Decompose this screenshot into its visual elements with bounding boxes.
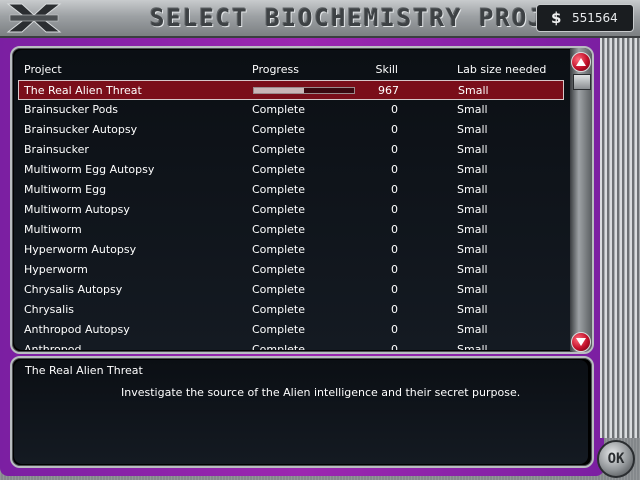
project-skill: 0 [391,283,398,296]
project-lab-size: Small [457,183,488,196]
project-name: Multiworm [24,223,82,236]
project-name: Brainsucker Pods [24,103,119,116]
table-header: Project Progress Skill Lab size needed [14,60,570,80]
table-row[interactable]: Hyperworm Autopsy Complete 0 Small [14,240,570,260]
table-row[interactable]: Multiworm Autopsy Complete 0 Small [14,200,570,220]
x-com-logo-icon [6,3,62,33]
project-progress: Complete [252,203,306,216]
project-progress: Complete [252,183,306,196]
project-skill: 0 [391,123,398,136]
project-name: Multiworm Egg Autopsy [24,163,155,176]
project-name: The Real Alien Threat [24,84,142,97]
project-skill: 0 [391,223,398,236]
project-lab-size: Small [458,84,489,97]
description-text: Investigate the source of the Alien inte… [121,386,521,399]
project-skill: 0 [391,343,398,350]
project-progress: Complete [252,263,306,276]
scrollbar-thumb[interactable] [573,74,591,90]
project-skill: 0 [391,183,398,196]
table-row[interactable]: Brainsucker Autopsy Complete 0 Small [14,120,570,140]
project-name: Chrysalis [24,303,74,316]
project-name: Brainsucker Autopsy [24,123,138,136]
research-progress-fill [254,88,304,93]
table-row[interactable]: Chrysalis Complete 0 Small [14,300,570,320]
project-skill: 0 [391,243,398,256]
project-skill: 0 [391,323,398,336]
description-title: The Real Alien Threat [25,364,143,377]
project-name: Chrysalis Autopsy [24,283,123,296]
project-skill: 0 [391,303,398,316]
funds-display: $ 551564 [536,4,634,32]
table-row[interactable]: Chrysalis Autopsy Complete 0 Small [14,280,570,300]
project-skill: 0 [391,163,398,176]
scroll-up-button[interactable] [571,52,591,72]
project-lab-size: Small [457,303,488,316]
arrow-up-icon [576,58,586,66]
project-name: Brainsucker [24,143,89,156]
description-box: The Real Alien Threat Investigate the so… [14,360,588,464]
project-lab-size: Small [457,103,488,116]
column-header-lab-size: Lab size needed [457,63,547,76]
project-lab-size: Small [457,243,488,256]
description-panel: The Real Alien Threat Investigate the so… [10,356,594,468]
scrollbar[interactable] [570,48,592,352]
project-name: Hyperworm Autopsy [24,243,137,256]
column-header-project: Project [24,63,62,76]
project-progress: Complete [252,283,306,296]
project-skill: 0 [391,143,398,156]
project-lab-size: Small [457,143,488,156]
table-row[interactable]: Anthropod Complete 0 Small [14,340,570,350]
project-list-panel: Project Progress Skill Lab size needed T… [10,46,594,354]
project-progress: Complete [252,143,306,156]
project-list: Project Progress Skill Lab size needed T… [14,50,570,350]
table-row[interactable]: Brainsucker Pods Complete 0 Small [14,100,570,120]
table-row[interactable]: Hyperworm Complete 0 Small [14,260,570,280]
project-lab-size: Small [457,343,488,350]
project-skill: 0 [391,103,398,116]
decorative-pipes [600,38,640,438]
project-lab-size: Small [457,223,488,236]
table-row[interactable]: Multiworm Complete 0 Small [14,220,570,240]
column-header-skill: Skill [375,63,398,76]
project-lab-size: Small [457,123,488,136]
top-bar: SELECT BIOCHEMISTRY PROJECT $ 551564 [0,0,640,38]
project-progress: Complete [252,103,306,116]
project-skill: 0 [391,263,398,276]
project-skill: 0 [391,203,398,216]
arrow-down-icon [576,338,586,346]
project-lab-size: Small [457,283,488,296]
column-header-progress: Progress [252,63,299,76]
research-progress-bar [253,87,355,94]
project-lab-size: Small [457,263,488,276]
project-skill: 967 [378,84,399,97]
project-progress: Complete [252,243,306,256]
project-lab-size: Small [457,323,488,336]
table-row[interactable]: Multiworm Egg Complete 0 Small [14,180,570,200]
project-progress: Complete [252,343,306,350]
table-row[interactable]: Multiworm Egg Autopsy Complete 0 Small [14,160,570,180]
funds-amount: 551564 [572,11,618,25]
project-name: Multiworm Autopsy [24,203,130,216]
project-name: Anthropod [24,343,82,350]
screen-title: SELECT BIOCHEMISTRY PROJECT [150,4,595,32]
scroll-down-button[interactable] [571,332,591,352]
table-row[interactable]: Anthropod Autopsy Complete 0 Small [14,320,570,340]
project-lab-size: Small [457,203,488,216]
project-lab-size: Small [457,163,488,176]
ok-button[interactable]: OK [597,440,635,478]
project-progress: Complete [252,303,306,316]
project-name: Multiworm Egg [24,183,107,196]
project-progress: Complete [252,323,306,336]
project-name: Anthropod Autopsy [24,323,130,336]
project-name: Hyperworm [24,263,88,276]
table-row-selected[interactable]: The Real Alien Threat 967 Small [18,80,564,100]
project-progress: Complete [252,223,306,236]
dollar-icon: $ [551,9,562,27]
project-progress: Complete [252,163,306,176]
project-progress: Complete [252,123,306,136]
table-row[interactable]: Brainsucker Complete 0 Small [14,140,570,160]
